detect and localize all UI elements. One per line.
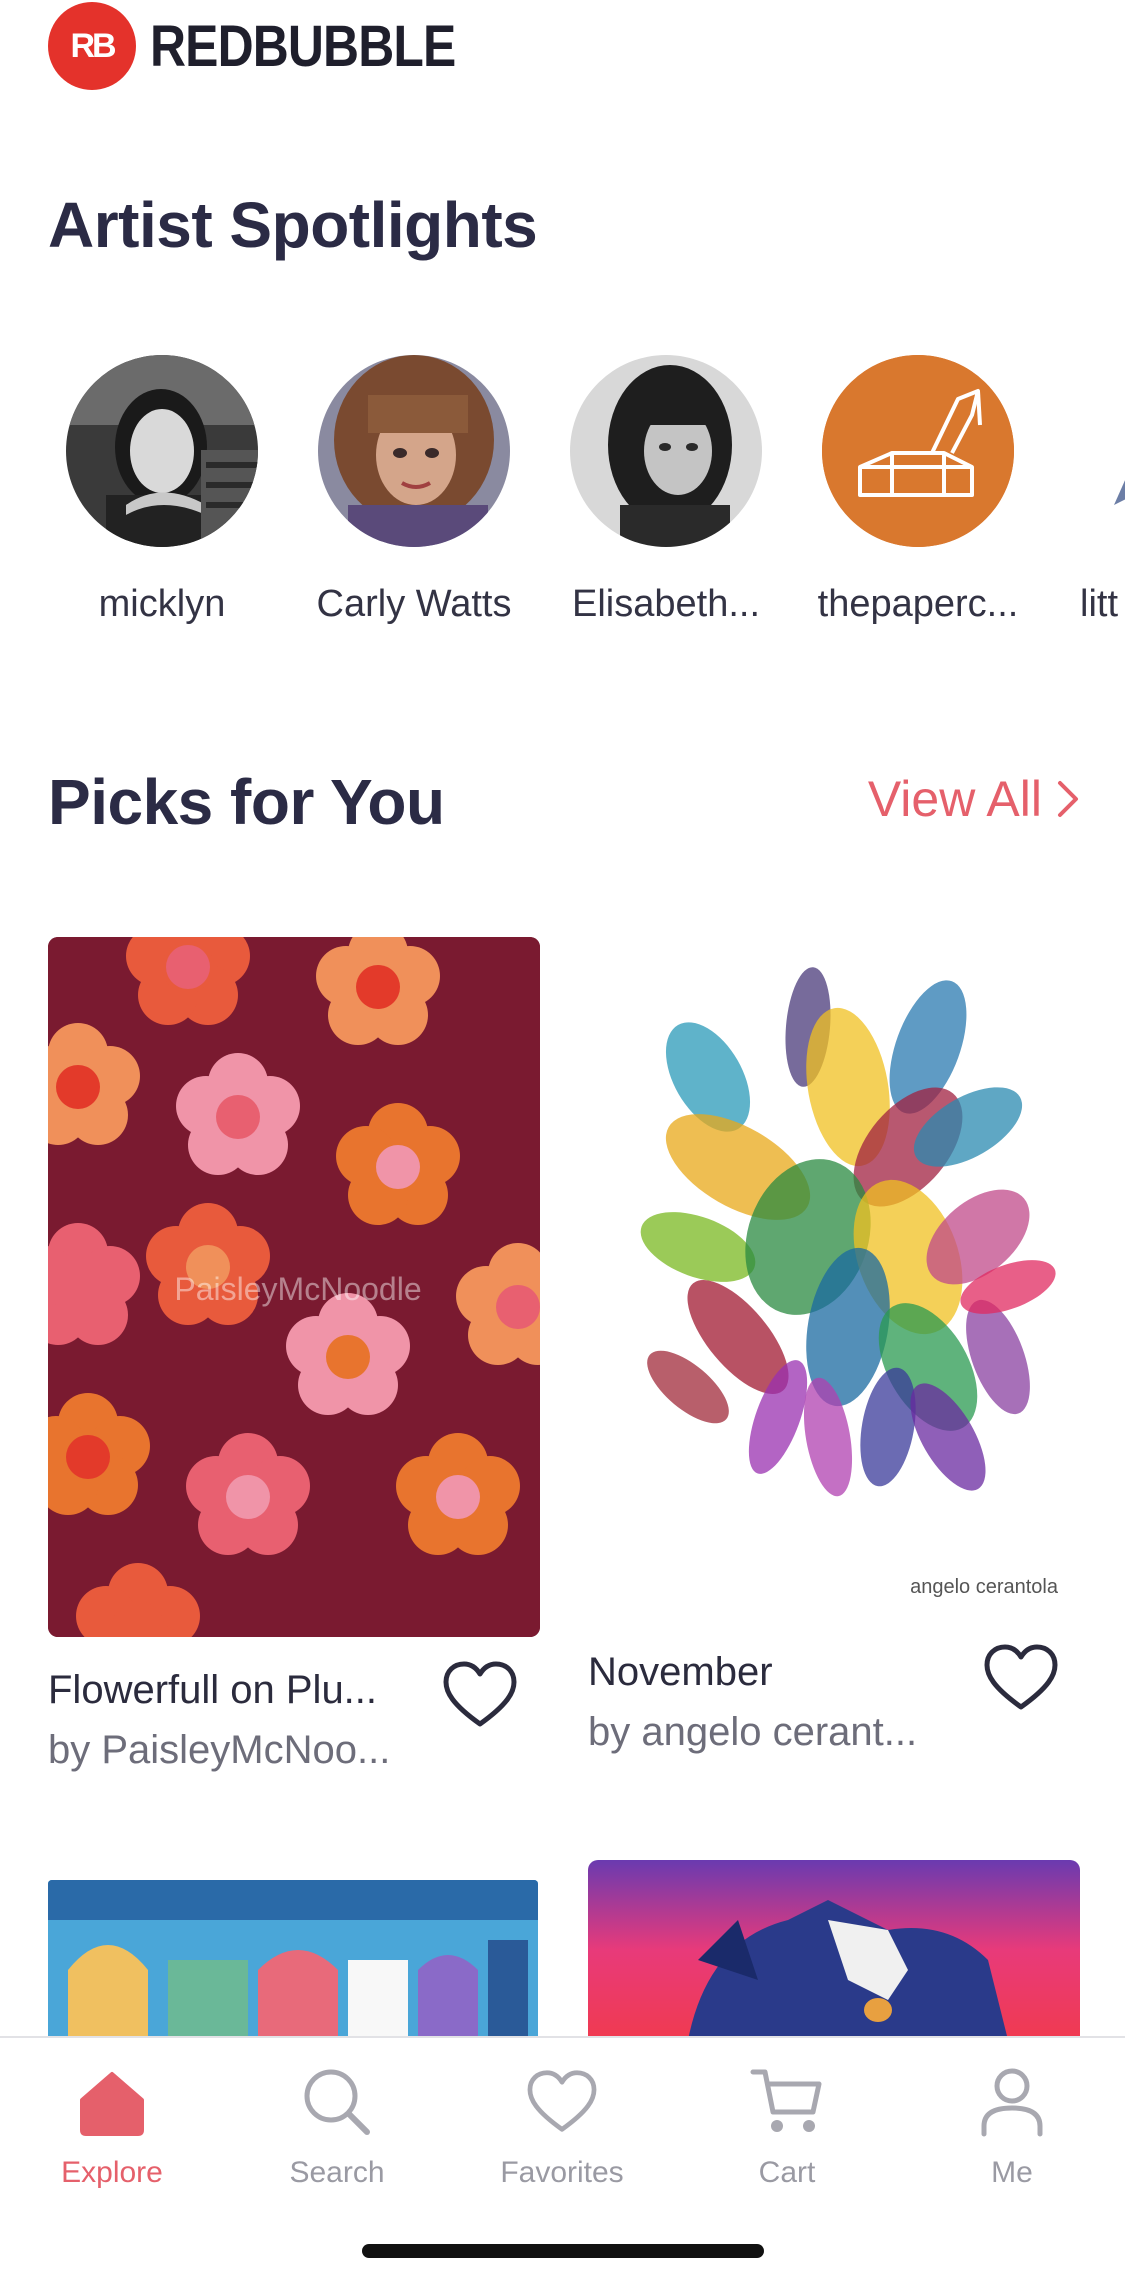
product-title[interactable]: November — [588, 1650, 773, 1695]
home-indicator[interactable] — [362, 2244, 764, 2258]
logo-mark-icon: RB — [48, 2, 136, 90]
artist-spotlights-carousel[interactable]: micklyn Carly Watts Elisabeth... thepape… — [0, 355, 1125, 655]
product-image-building[interactable] — [48, 1880, 538, 2040]
tab-label: Favorites — [500, 2156, 624, 2189]
avatar — [822, 355, 1014, 547]
cart-icon — [687, 2062, 887, 2142]
person-icon — [912, 2062, 1112, 2142]
tab-me[interactable]: Me — [912, 2062, 1112, 2190]
artist-name: Carly Watts — [316, 583, 512, 625]
view-all-label: View All — [867, 771, 1042, 827]
product-artist[interactable]: by PaisleyMcNoo... — [48, 1728, 390, 1773]
tab-explore[interactable]: Explore — [12, 2062, 212, 2190]
watermark-text: angelo cerantola — [910, 1576, 1059, 1598]
avatar — [318, 355, 510, 547]
chevron-right-icon — [1058, 781, 1078, 817]
watermark-text: PaisleyMcNoodle — [174, 1271, 421, 1307]
artist-litt[interactable]: litt — [1055, 355, 1125, 626]
tab-search[interactable]: Search — [237, 2062, 437, 2190]
tab-favorites[interactable]: Favorites — [462, 2062, 662, 2190]
heart-icon — [443, 1661, 517, 1727]
redbubble-logo[interactable]: RB REDBUBBLE — [48, 2, 505, 90]
heart-icon — [984, 1644, 1058, 1710]
artist-thepaperc[interactable]: thepaperc... — [803, 355, 1033, 626]
product-image-dog[interactable] — [588, 1860, 1080, 2040]
view-all-link[interactable]: View All — [868, 770, 1080, 828]
avatar — [1074, 355, 1125, 547]
product-artist[interactable]: by angelo cerant... — [588, 1710, 917, 1755]
product-image-flowerfull[interactable]: PaisleyMcNoodle — [48, 937, 540, 1637]
artist-name: micklyn — [98, 583, 226, 625]
tab-label: Explore — [61, 2156, 163, 2189]
favorite-button[interactable] — [442, 1660, 518, 1730]
tab-cart[interactable]: Cart — [687, 2062, 887, 2190]
avatar — [66, 355, 258, 547]
app-header: RB REDBUBBLE — [0, 0, 1125, 100]
product-title[interactable]: Flowerfull on Plu... — [48, 1668, 377, 1713]
heart-icon — [462, 2062, 662, 2142]
tab-label: Cart — [758, 2156, 816, 2189]
avatar — [570, 355, 762, 547]
artist-spotlights-heading: Artist Spotlights — [48, 189, 538, 261]
logo-wordmark: REDBUBBLE — [150, 13, 456, 79]
artist-elisabeth[interactable]: Elisabeth... — [551, 355, 781, 626]
artist-carly-watts[interactable]: Carly Watts — [299, 355, 529, 626]
artist-micklyn[interactable]: micklyn — [47, 355, 277, 626]
artist-name: litt — [1080, 583, 1118, 625]
artist-name: Elisabeth... — [572, 583, 760, 625]
logo-mark-text: RB — [70, 26, 116, 65]
artist-name: thepaperc... — [817, 583, 1019, 625]
search-icon — [237, 2062, 437, 2142]
picks-heading: Picks for You — [48, 766, 445, 838]
product-image-november[interactable]: angelo cerantola — [588, 937, 1080, 1617]
tab-label: Me — [991, 2156, 1033, 2189]
favorite-button[interactable] — [983, 1643, 1059, 1713]
home-icon — [12, 2062, 212, 2142]
tab-label: Search — [289, 2156, 385, 2189]
